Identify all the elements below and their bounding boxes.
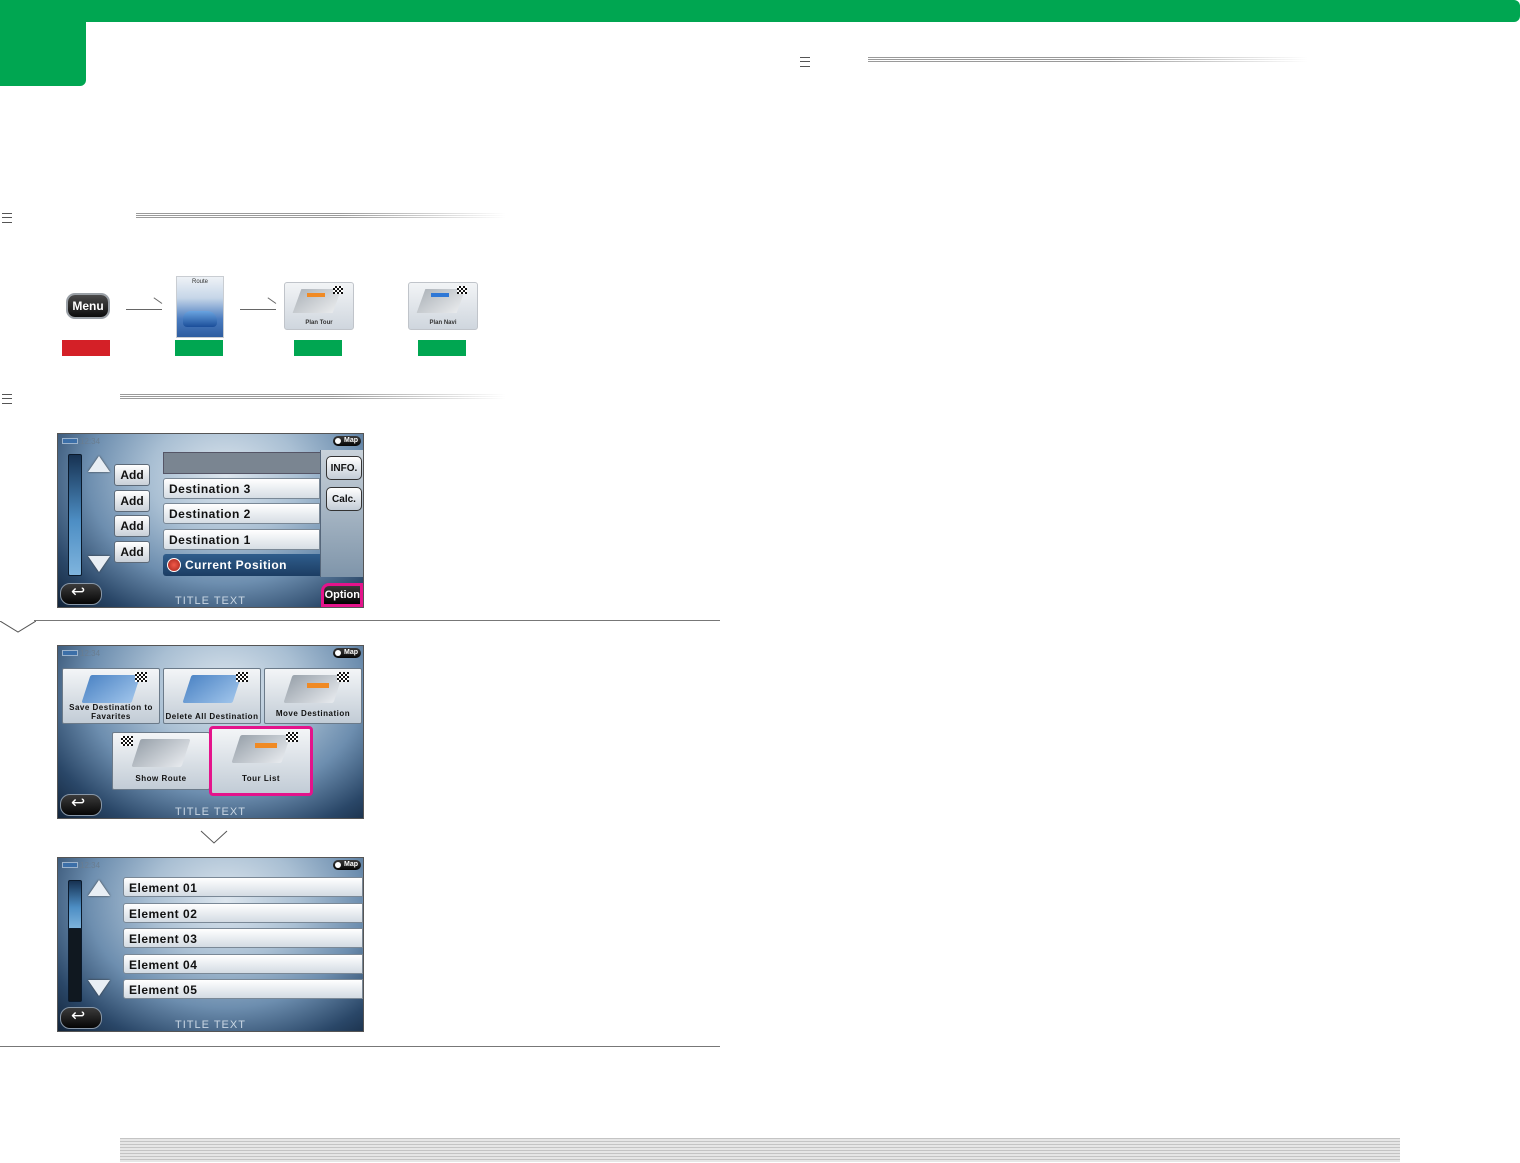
section-rule-right <box>868 57 1308 63</box>
folder-icon <box>81 675 141 703</box>
add-button[interactable]: Add <box>114 541 150 563</box>
plan-tour-label: Plan Tour <box>305 320 333 326</box>
checkered-flag-icon <box>286 732 298 742</box>
checkered-flag-icon <box>135 672 147 682</box>
divider <box>34 620 720 621</box>
menu-button[interactable]: Menu <box>68 295 108 317</box>
screen-title: TITLE TEXT <box>175 806 246 818</box>
plan-navi-button[interactable]: Plan Navi <box>408 282 478 330</box>
save-destination-tile[interactable]: Save Destination to Favarites <box>62 668 160 724</box>
divider <box>0 1046 720 1047</box>
clock: 12:34 <box>80 437 101 446</box>
screen-tour-list: 12:34 Map Element 01 Element 02 Element … <box>57 857 364 1032</box>
list-item[interactable]: Element 04 <box>123 954 363 974</box>
destination-row[interactable]: Destination 1 <box>163 529 320 550</box>
delete-all-destination-label: Delete All Destination <box>165 712 259 721</box>
car-icon <box>183 311 217 327</box>
route-path-icon <box>307 683 330 688</box>
list-item[interactable]: Element 02 <box>123 903 363 923</box>
battery-icon <box>62 438 78 444</box>
arrow-icon <box>126 309 162 310</box>
screen-title: TITLE TEXT <box>175 595 246 607</box>
scroll-up-icon[interactable] <box>88 880 110 896</box>
checkered-flag-icon <box>457 286 467 294</box>
scroll-up-icon[interactable] <box>88 456 110 472</box>
move-destination-label: Move Destination <box>275 709 351 718</box>
route-button[interactable]: Route <box>176 276 224 338</box>
add-button[interactable]: Add <box>114 490 150 512</box>
destination-row[interactable]: Destination 3 <box>163 478 320 499</box>
checkered-flag-icon <box>337 672 349 682</box>
chapter-tab <box>0 0 86 86</box>
arrow-icon <box>240 309 276 310</box>
scrollbar[interactable] <box>68 928 82 1002</box>
section-icon-steps <box>2 213 12 223</box>
route-path-icon <box>307 293 325 297</box>
checkered-flag-icon <box>236 672 248 682</box>
tour-list-label: Tour List <box>241 774 281 783</box>
folder-icon <box>182 675 242 703</box>
show-route-tile[interactable]: Show Route <box>112 732 210 790</box>
delete-all-destination-tile[interactable]: Delete All Destination <box>163 668 261 724</box>
checkered-flag-icon <box>333 286 343 294</box>
list-item[interactable]: Element 01 <box>123 877 363 897</box>
screen-title: TITLE TEXT <box>175 1019 246 1031</box>
plan-tour-button[interactable]: Plan Tour <box>284 282 354 330</box>
route-path-icon <box>255 743 278 748</box>
scroll-down-icon[interactable] <box>88 980 110 996</box>
battery-icon <box>62 862 78 868</box>
move-destination-tile[interactable]: Move Destination <box>264 668 362 724</box>
destination-row[interactable]: Destination 2 <box>163 503 320 524</box>
show-route-label: Show Route <box>135 774 187 783</box>
list-item[interactable]: Element 03 <box>123 928 363 948</box>
scroll-down-icon[interactable] <box>88 556 110 572</box>
section-icon-right <box>800 57 810 67</box>
empty-destination-slot[interactable] <box>163 452 322 474</box>
step-marker-red <box>62 340 110 356</box>
tour-list-tile[interactable]: Tour List <box>209 726 313 796</box>
map-button[interactable]: Map <box>333 648 361 658</box>
save-destination-label: Save Destination to Favarites <box>69 703 153 721</box>
section-icon-screens <box>2 394 12 404</box>
screen-options: 12:34 Map Save Destination to Favarites … <box>57 645 364 819</box>
list-item[interactable]: Element 05 <box>123 979 363 999</box>
calc-button[interactable]: Calc. <box>326 487 362 511</box>
map-icon <box>131 739 191 767</box>
route-label: Route <box>191 279 208 285</box>
battery-icon <box>62 650 78 656</box>
route-path-icon <box>431 293 449 297</box>
clock: 12:34 <box>80 649 101 658</box>
map-icon <box>231 735 291 763</box>
plan-navi-label: Plan Navi <box>429 320 457 326</box>
step-marker-green <box>418 340 466 356</box>
map-button[interactable]: Map <box>333 860 361 870</box>
header-band <box>0 0 1520 22</box>
info-button[interactable]: INFO. <box>326 456 362 480</box>
map-icon <box>283 675 343 703</box>
scrollbar-thumb[interactable] <box>68 880 82 930</box>
screen-destinations: 12:34 Map Add Add Add Add Destination 3 … <box>57 433 364 608</box>
add-button[interactable]: Add <box>114 464 150 486</box>
section-rule-steps <box>136 213 506 219</box>
chevron-down-icon <box>0 620 37 633</box>
step-marker-green <box>294 340 342 356</box>
step-marker-green <box>175 340 223 356</box>
chevron-down-icon <box>200 830 228 844</box>
scrollbar[interactable] <box>68 454 82 576</box>
map-button[interactable]: Map <box>333 436 361 446</box>
current-position-row[interactable]: Current Position <box>163 554 320 576</box>
footer-bar <box>120 1138 1400 1162</box>
checkered-flag-icon <box>121 736 133 746</box>
section-rule-screens <box>120 394 506 400</box>
clock: 12:34 <box>80 861 101 870</box>
add-button[interactable]: Add <box>114 515 150 537</box>
